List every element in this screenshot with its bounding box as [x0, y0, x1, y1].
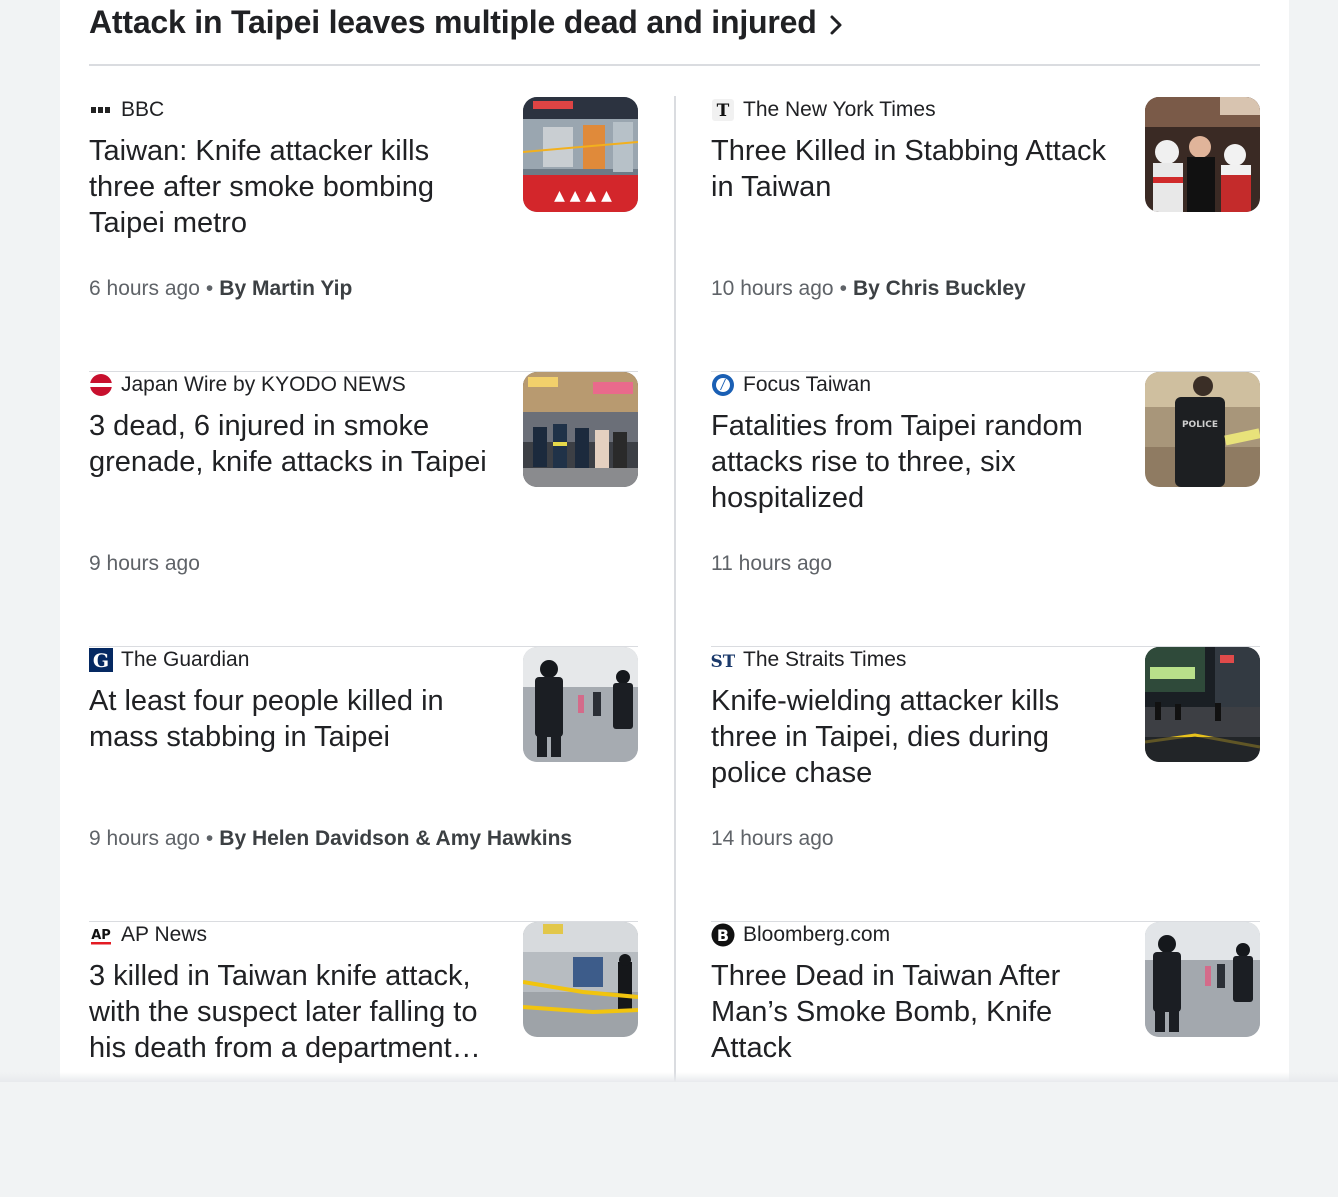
svg-text:AP: AP — [91, 928, 111, 943]
article-time: 9 hours ago — [89, 827, 200, 850]
svg-text:POLICE: POLICE — [1182, 420, 1218, 430]
source-name: The New York Times — [743, 98, 936, 121]
article-thumbnail[interactable]: POLICE — [1145, 372, 1260, 487]
article-author: By Helen Davidson & Amy Hawkins — [219, 827, 573, 850]
article-card[interactable]: AP AP News 3 killed in Taiwan knife atta… — [89, 922, 638, 1197]
bloomberg-logo-icon: B — [711, 923, 735, 947]
article-card[interactable]: G The Guardian At least four people kill… — [89, 647, 638, 922]
article-thumbnail[interactable] — [523, 922, 638, 1037]
story-title-link[interactable]: Attack in Taipei leaves multiple dead an… — [89, 2, 843, 45]
nyt-logo-icon: T — [711, 98, 735, 122]
source-row[interactable]: B Bloomberg.com — [711, 922, 890, 948]
source-row[interactable]: AP AP News — [89, 922, 207, 948]
separator-dot: • — [205, 277, 214, 300]
svg-text:G: G — [93, 650, 109, 672]
article-headline[interactable]: Three Killed in Stabbing Attack in Taiwa… — [711, 133, 1121, 205]
svg-text:ST: ST — [711, 652, 735, 672]
article-meta: 10 hours ago • By Chris Buckley — [711, 277, 1026, 301]
source-name: The Straits Times — [743, 648, 907, 671]
article-headline[interactable]: Fatalities from Taipei random attacks ri… — [711, 408, 1121, 516]
source-name: Focus Taiwan — [743, 373, 872, 396]
article-meta: 6 hours ago • By Martin Yip — [89, 277, 352, 301]
article-thumbnail[interactable] — [1145, 97, 1260, 212]
straits-times-logo-icon: ST — [711, 648, 735, 672]
source-row[interactable]: G The Guardian — [89, 647, 249, 673]
source-row[interactable]: Focus Taiwan — [711, 372, 871, 398]
article-card[interactable]: Japan Wire by KYODO NEWS 3 dead, 6 injur… — [89, 372, 638, 647]
article-card[interactable]: T The New York Times Three Killed in Sta… — [711, 97, 1260, 372]
article-headline[interactable]: At least four people killed in mass stab… — [89, 683, 499, 755]
svg-text:T: T — [717, 101, 730, 121]
bbc-logo-icon — [89, 98, 113, 122]
article-thumbnail[interactable] — [1145, 922, 1260, 1037]
article-meta: 9 hours ago — [89, 552, 200, 576]
article-card[interactable]: B Bloomberg.com Three Dead in Taiwan Aft… — [711, 922, 1260, 1197]
article-thumbnail[interactable] — [523, 372, 638, 487]
article-thumbnail[interactable] — [1145, 647, 1260, 762]
source-name: AP News — [121, 923, 207, 946]
chevron-right-icon — [829, 5, 843, 45]
story-header[interactable]: Attack in Taipei leaves multiple dead an… — [89, 0, 1260, 66]
source-row[interactable]: BBC — [89, 97, 164, 123]
article-meta: 14 hours ago — [711, 827, 834, 851]
article-meta: 9 hours ago • By Helen Davidson & Amy Hawk… — [89, 827, 572, 851]
source-name: BBC — [121, 98, 165, 121]
article-thumbnail[interactable]: ▲ ▲ ▲ ▲ — [523, 97, 638, 212]
article-thumbnail[interactable] — [523, 647, 638, 762]
separator-dot: • — [205, 827, 214, 850]
article-headline[interactable]: Taiwan: Knife attacker kills three after… — [89, 133, 499, 241]
article-headline[interactable]: Knife-wielding attacker kills three in T… — [711, 683, 1121, 791]
article-meta: 11 hours ago — [711, 552, 832, 576]
article-card[interactable]: BBC Taiwan: Knife attacker kills three a… — [89, 97, 638, 372]
article-card[interactable]: ST The Straits Times Knife-wielding atta… — [711, 647, 1260, 922]
svg-text:B: B — [717, 926, 729, 945]
svg-text:▲ ▲ ▲ ▲: ▲ ▲ ▲ ▲ — [554, 188, 612, 204]
kyodo-logo-icon — [89, 373, 113, 397]
source-row[interactable]: Japan Wire by KYODO NEWS — [89, 372, 406, 398]
full-coverage-panel: Attack in Taipei leaves multiple dead an… — [60, 0, 1289, 1082]
article-time: 9 hours ago — [89, 552, 200, 575]
source-name: Japan Wire by KYODO NEWS — [121, 373, 406, 396]
guardian-logo-icon: G — [89, 648, 113, 672]
source-row[interactable]: ST The Straits Times — [711, 647, 906, 673]
ap-logo-icon: AP — [89, 923, 113, 947]
separator-dot: • — [839, 277, 847, 300]
article-time: 14 hours ago — [711, 827, 834, 850]
article-card[interactable]: Focus Taiwan Fatalities from Taipei rand… — [711, 372, 1260, 647]
column-divider — [674, 96, 676, 1082]
article-time: 11 hours ago — [711, 552, 833, 575]
focus-taiwan-logo-icon — [711, 373, 735, 397]
article-headline[interactable]: 3 killed in Taiwan knife attack, with th… — [89, 958, 499, 1066]
source-row[interactable]: T The New York Times — [711, 97, 936, 123]
source-name: Bloomberg.com — [743, 923, 891, 946]
article-time: 6 hours ago — [89, 277, 200, 300]
article-author: By Martin Yip — [219, 277, 353, 300]
story-title: Attack in Taipei leaves multiple dead an… — [89, 4, 817, 40]
article-headline[interactable]: Three Dead in Taiwan After Man’s Smoke B… — [711, 958, 1121, 1066]
article-time: 10 hours ago — [711, 277, 834, 300]
scroll-fade — [0, 1072, 1338, 1082]
article-author: By Chris Buckley — [852, 277, 1026, 300]
source-name: The Guardian — [121, 648, 250, 671]
article-headline[interactable]: 3 dead, 6 injured in smoke grenade, knif… — [89, 408, 499, 480]
